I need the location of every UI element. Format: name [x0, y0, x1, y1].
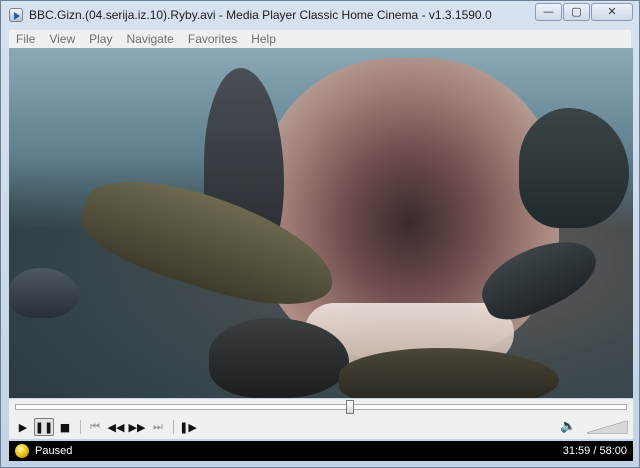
minimize-button[interactable]: —: [535, 3, 562, 21]
maximize-button[interactable]: ▢: [563, 3, 590, 21]
minimize-icon: —: [543, 5, 554, 18]
volume-slider[interactable]: [585, 419, 629, 435]
maximize-icon: ▢: [571, 5, 582, 18]
rewind-button[interactable]: ◀◀: [106, 418, 126, 436]
playback-status: Paused: [35, 445, 73, 457]
play-button[interactable]: ▶: [13, 418, 33, 436]
play-icon: ▶: [18, 420, 28, 434]
skip-back-icon: ⏮: [90, 420, 100, 433]
playback-controls: ▶ ❚❚ ■ ⏮ ◀◀ ▶▶ ⏭ ❚▶ 🔈: [9, 399, 633, 439]
menu-bar: File View Play Navigate Favorites Help: [9, 30, 631, 48]
speaker-icon[interactable]: 🔈: [560, 419, 576, 435]
close-icon: ✕: [607, 5, 617, 18]
status-icon: [15, 444, 29, 458]
menu-play[interactable]: Play: [82, 32, 119, 46]
window-title: BBC.Gizn.(04.serija.iz.10).Ryby.avi - Me…: [29, 8, 492, 22]
seek-thumb[interactable]: [346, 400, 355, 414]
title-bar[interactable]: BBC.Gizn.(04.serija.iz.10).Ryby.avi - Me…: [1, 1, 639, 29]
menu-favorites[interactable]: Favorites: [181, 32, 244, 46]
previous-button[interactable]: ⏮: [85, 418, 105, 436]
separator: [80, 420, 81, 434]
video-fish: [9, 268, 79, 318]
window-controls: — ▢ ✕: [534, 3, 633, 21]
pause-button[interactable]: ❚❚: [34, 418, 54, 436]
stop-button[interactable]: ■: [55, 418, 75, 436]
menu-file[interactable]: File: [9, 32, 42, 46]
menu-help[interactable]: Help: [244, 32, 283, 46]
separator: [173, 420, 174, 434]
status-bar: Paused 31:59 / 58:00: [9, 441, 633, 461]
transport-buttons: ▶ ❚❚ ■ ⏮ ◀◀ ▶▶ ⏭ ❚▶: [13, 417, 199, 437]
video-fish: [339, 348, 559, 398]
app-icon[interactable]: [9, 8, 23, 22]
close-button[interactable]: ✕: [591, 3, 633, 21]
skip-forward-icon: ⏭: [153, 420, 163, 433]
menu-navigate[interactable]: Navigate: [119, 32, 180, 46]
frame-step-icon: ❚▶: [179, 420, 197, 434]
menu-view[interactable]: View: [42, 32, 82, 46]
media-player-window: BBC.Gizn.(04.serija.iz.10).Ryby.avi - Me…: [0, 0, 640, 468]
volume-ramp-icon: [586, 420, 628, 434]
pause-icon: ❚❚: [34, 420, 54, 434]
fast-forward-icon: ▶▶: [128, 420, 146, 434]
fast-forward-button[interactable]: ▶▶: [127, 418, 147, 436]
time-display[interactable]: 31:59 / 58:00: [563, 445, 627, 457]
rewind-icon: ◀◀: [107, 420, 125, 434]
next-button[interactable]: ⏭: [148, 418, 168, 436]
seek-bar[interactable]: [15, 400, 627, 414]
video-frame[interactable]: [9, 48, 633, 398]
frame-step-button[interactable]: ❚▶: [178, 418, 198, 436]
stop-icon: ■: [59, 420, 71, 434]
